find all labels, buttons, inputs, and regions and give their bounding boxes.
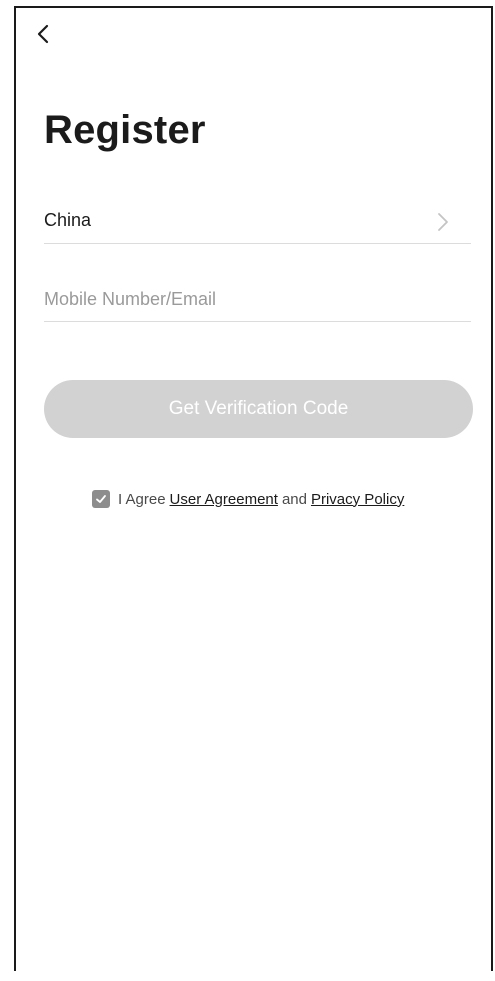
- chevron-right-icon: [438, 213, 448, 231]
- chevron-left-icon: [37, 24, 49, 44]
- get-verification-code-button[interactable]: Get Verification Code: [44, 380, 473, 438]
- back-button[interactable]: [32, 22, 56, 46]
- user-agreement-link[interactable]: User Agreement: [170, 491, 278, 508]
- agree-prefix-text: I Agree: [118, 490, 166, 508]
- register-screen: Register China Get Verification Code I A…: [14, 6, 493, 971]
- privacy-policy-link[interactable]: Privacy Policy: [311, 491, 404, 508]
- agree-conjunction-text: and: [281, 490, 307, 508]
- country-selector[interactable]: China: [44, 204, 471, 244]
- account-field: [44, 280, 471, 322]
- country-value: China: [44, 210, 92, 230]
- agree-checkbox[interactable]: [92, 490, 110, 508]
- checkmark-icon: [96, 495, 106, 503]
- agreement-row: I Agree User Agreement and Privacy Polic…: [92, 488, 404, 510]
- mobile-email-input[interactable]: [44, 284, 471, 314]
- page-title: Register: [44, 108, 206, 152]
